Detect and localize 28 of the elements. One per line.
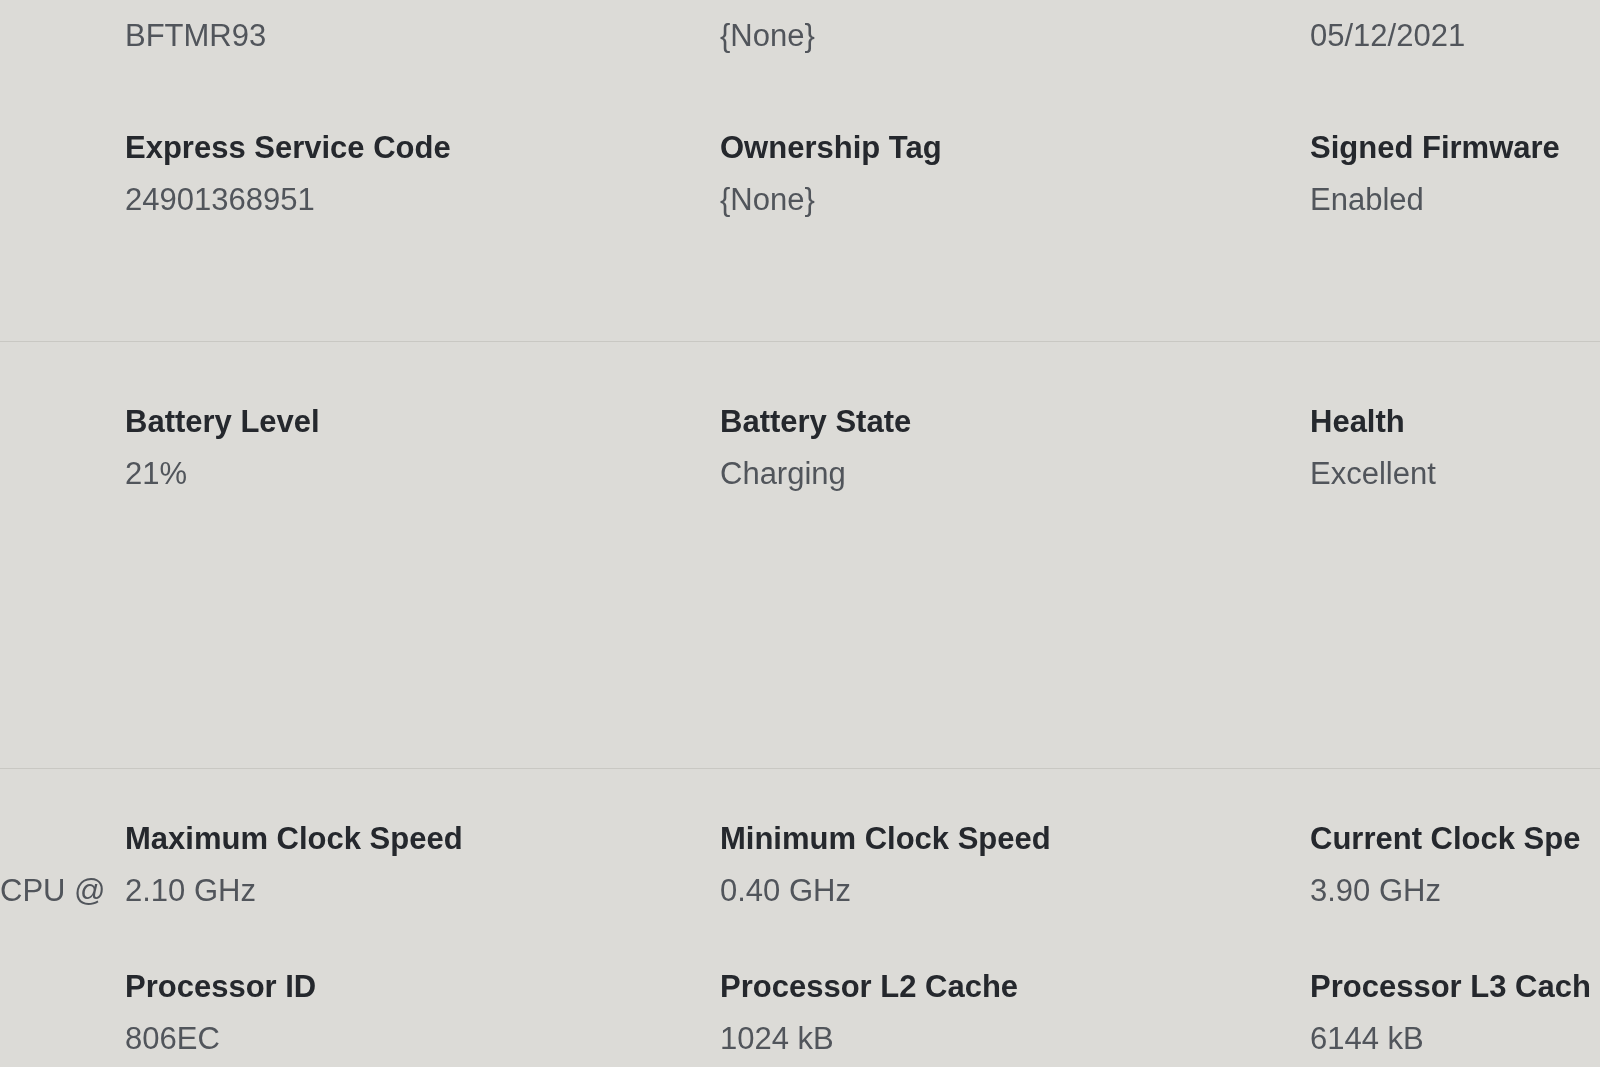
- field-value: Charging: [720, 455, 846, 493]
- field-value: 05/12/2021: [1310, 17, 1466, 55]
- field-label: Processor L3 Cach: [1310, 968, 1591, 1006]
- field-label: Battery Level: [125, 403, 320, 441]
- field-label: Signed Firmware: [1310, 129, 1560, 167]
- field-label: Processor L2 Cache: [720, 968, 1019, 1006]
- field-label: Health: [1310, 403, 1405, 441]
- field-value: CPU @: [0, 872, 106, 910]
- field-value: 1024 kB: [720, 1020, 834, 1058]
- field-value: 21%: [125, 455, 188, 493]
- field-label: Express Service Code: [125, 129, 451, 167]
- field-value: BFTMR93: [125, 17, 267, 55]
- field-value: Enabled: [1310, 181, 1424, 219]
- field-value: Excellent: [1310, 455, 1436, 493]
- field-value: 2.10 GHz: [125, 872, 256, 910]
- field-value: 806EC: [125, 1020, 220, 1058]
- field-value: 24901368951: [125, 181, 315, 219]
- field-label: Battery State: [720, 403, 912, 441]
- field-value: 0.40 GHz: [720, 872, 851, 910]
- field-label: Minimum Clock Speed: [720, 820, 1051, 858]
- field-label: Current Clock Spe: [1310, 820, 1581, 858]
- field-label: Ownership Tag: [720, 129, 942, 167]
- field-label: Maximum Clock Speed: [125, 820, 463, 858]
- field-value: 3.90 GHz: [1310, 872, 1441, 910]
- field-value: 6144 kB: [1310, 1020, 1424, 1058]
- field-value: {None}: [720, 17, 815, 55]
- field-value: {None}: [720, 181, 815, 219]
- field-label: Processor ID: [125, 968, 317, 1006]
